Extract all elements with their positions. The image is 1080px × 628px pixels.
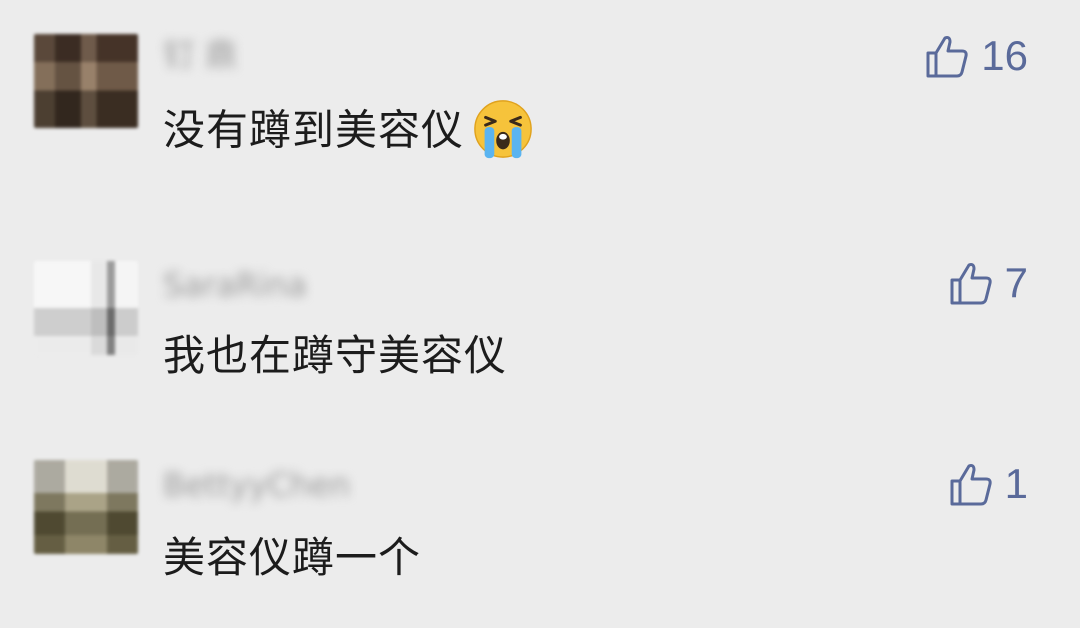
thumbs-up-icon	[926, 36, 968, 78]
like-button[interactable]: 16	[923, 28, 1028, 84]
comment-text: 没有蹲到美容仪	[163, 100, 534, 164]
thumbs-up-icon	[950, 464, 992, 506]
like-count: 16	[981, 32, 1028, 79]
thumbs-up-icon	[950, 263, 992, 305]
comment-text-content: 没有蹲到美容仪	[163, 105, 465, 155]
avatar[interactable]	[34, 460, 138, 554]
comment-text: 我也在蹲守美容仪	[163, 331, 508, 380]
comment-username[interactable]: BettyyChen	[163, 464, 350, 506]
like-count: 7	[1004, 259, 1028, 306]
avatar[interactable]	[34, 34, 138, 128]
loudly-crying-face-icon	[474, 100, 532, 159]
comment-text: 美容仪蹲一个	[163, 533, 422, 582]
like-count: 1	[1004, 460, 1028, 507]
like-button[interactable]: 7	[947, 255, 1028, 311]
comment-username[interactable]: SaraRina	[163, 264, 307, 306]
comment-username[interactable]: 钉 鼎	[163, 34, 237, 76]
avatar[interactable]	[34, 261, 138, 355]
like-button[interactable]: 1	[947, 456, 1028, 512]
